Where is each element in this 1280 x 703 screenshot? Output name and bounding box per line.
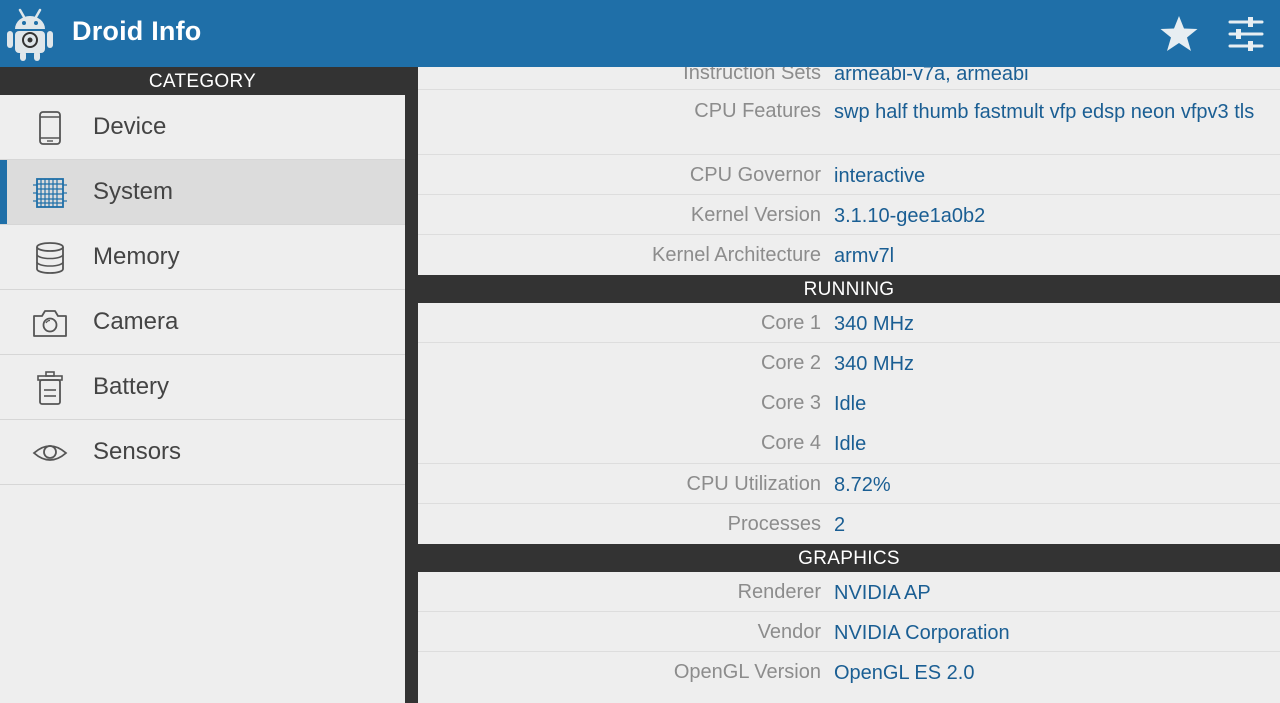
- category-header: CATEGORY: [0, 67, 405, 95]
- info-key: Core 4: [760, 432, 821, 454]
- system-info-panel[interactable]: Instruction Sets armeabi-v7a, armeabi CP…: [418, 67, 1280, 703]
- info-key: CPU Features: [694, 100, 821, 122]
- battery-icon: [37, 371, 63, 405]
- info-row-core-4: Core 4 Idle: [418, 423, 1280, 464]
- sidebar-item-label: System: [93, 178, 174, 205]
- sidebar-item-label: Camera: [93, 308, 179, 335]
- sidebar-item-camera[interactable]: Camera: [0, 290, 405, 355]
- info-row-processes: Processes 2: [418, 504, 1280, 544]
- eye-icon: [32, 445, 68, 461]
- section-header-running: RUNNING: [418, 275, 1280, 303]
- pane-divider: [405, 67, 418, 703]
- sidebar-item-label: Device: [93, 113, 167, 140]
- info-row-vendor: Vendor NVIDIA Corporation: [418, 612, 1280, 652]
- info-key: Core 3: [760, 392, 821, 414]
- info-value: NVIDIA AP: [834, 582, 931, 604]
- section-header-graphics: GRAPHICS: [418, 544, 1280, 572]
- info-key: Kernel Version: [690, 204, 821, 226]
- sidebar-item-system[interactable]: System: [0, 160, 405, 225]
- info-value: 2: [834, 514, 846, 536]
- info-row-opengl-version: OpenGL Version OpenGL ES 2.0: [418, 652, 1280, 692]
- info-key: OpenGL Version: [673, 661, 821, 683]
- sidebar-item-label: Memory: [93, 243, 180, 270]
- info-value: 340 MHz: [834, 313, 915, 335]
- info-row-core-2: Core 2 340 MHz: [418, 343, 1280, 383]
- camera-icon: [33, 310, 67, 337]
- sidebar-item-memory[interactable]: Memory: [0, 225, 405, 290]
- info-row-cpu-utilization: CPU Utilization 8.72%: [418, 464, 1280, 504]
- info-row-core-1: Core 1 340 MHz: [418, 303, 1280, 343]
- info-row-kernel-architecture: Kernel Architecture armv7l: [418, 235, 1280, 275]
- category-sidebar: CATEGORY Device System Memory Camera Bat…: [0, 67, 405, 703]
- app-logo-icon[interactable]: [6, 6, 54, 62]
- info-row-cpu-features: CPU Features swp half thumb fastmult vfp…: [418, 90, 1280, 155]
- sidebar-item-battery[interactable]: Battery: [0, 355, 405, 420]
- sliders-icon[interactable]: [1226, 14, 1266, 54]
- info-value: NVIDIA Corporation: [834, 622, 1010, 644]
- phone-icon: [39, 111, 61, 145]
- info-key: Core 2: [760, 352, 821, 374]
- info-key: Processes: [727, 513, 821, 535]
- info-value: 340 MHz: [834, 353, 915, 375]
- info-row-kernel-version: Kernel Version 3.1.10-gee1a0b2: [418, 195, 1280, 235]
- star-icon[interactable]: [1159, 14, 1199, 54]
- info-value: 8.72%: [834, 474, 891, 496]
- action-bar: Droid Info: [0, 0, 1280, 67]
- info-value: interactive: [834, 165, 926, 187]
- info-value: armv7l: [834, 245, 895, 267]
- info-key: Vendor: [757, 621, 821, 643]
- info-key: Instruction Sets: [683, 67, 821, 84]
- info-value: 3.1.10-gee1a0b2: [834, 205, 986, 227]
- info-row-cpu-governor: CPU Governor interactive: [418, 155, 1280, 195]
- info-key: Core 1: [760, 312, 821, 334]
- info-value: Idle: [834, 433, 867, 455]
- info-key: Renderer: [737, 581, 821, 603]
- info-row-renderer: Renderer NVIDIA AP: [418, 572, 1280, 612]
- info-value: Idle: [834, 393, 867, 415]
- sidebar-item-label: Battery: [93, 373, 170, 400]
- database-icon: [36, 242, 64, 274]
- sidebar-item-device[interactable]: Device: [0, 95, 405, 160]
- info-row-core-3: Core 3 Idle: [418, 383, 1280, 423]
- info-row-instruction-sets: Instruction Sets armeabi-v7a, armeabi: [418, 67, 1280, 90]
- info-value: armeabi-v7a, armeabi: [834, 67, 1029, 85]
- info-value: OpenGL ES 2.0: [834, 662, 975, 684]
- info-value: swp half thumb fastmult vfp edsp neon vf…: [834, 101, 1255, 123]
- cpu-chip-icon: [33, 178, 67, 208]
- app-title: Droid Info: [72, 16, 202, 46]
- info-key: CPU Utilization: [686, 473, 821, 495]
- info-key: Kernel Architecture: [652, 244, 821, 266]
- sidebar-item-sensors[interactable]: Sensors: [0, 420, 405, 485]
- info-key: CPU Governor: [689, 164, 821, 186]
- active-indicator: [0, 160, 7, 224]
- sidebar-item-label: Sensors: [93, 438, 182, 465]
